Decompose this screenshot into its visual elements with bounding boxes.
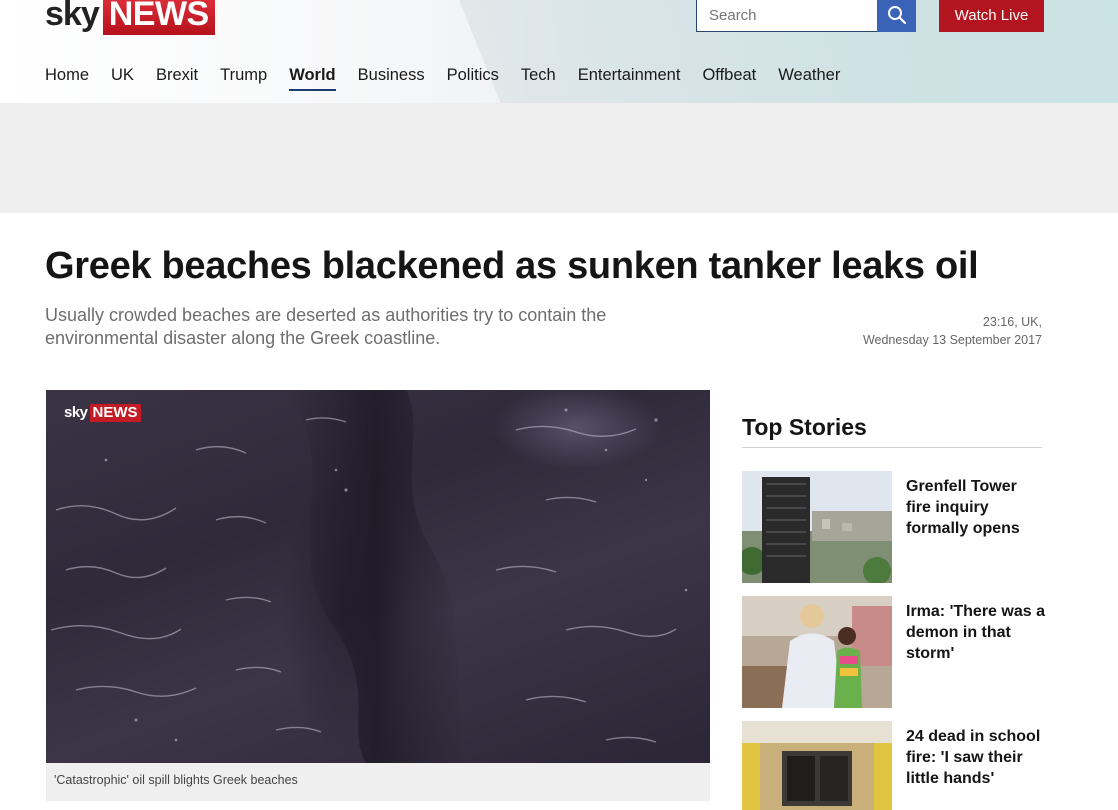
top-story-title[interactable]: Irma: 'There was a demon in that storm' — [906, 601, 1046, 664]
nav-item-tech[interactable]: Tech — [521, 64, 556, 91]
nav-item-offbeat[interactable]: Offbeat — [702, 64, 756, 91]
logo-news-text: NEWS — [102, 0, 215, 35]
top-story-title[interactable]: 24 dead in school fire: 'I saw their lit… — [906, 726, 1046, 789]
article-video[interactable]: sky NEWS — [46, 390, 710, 763]
school-fire-thumbnail[interactable] — [742, 721, 892, 810]
video-logo-news: NEWS — [89, 404, 141, 422]
nav-item-trump[interactable]: Trump — [220, 64, 267, 91]
sky-news-logo[interactable]: sky NEWS — [45, 0, 247, 35]
article-timestamp: 23:16, UK, Wednesday 13 September 2017 — [782, 313, 1042, 349]
nav-item-weather[interactable]: Weather — [778, 64, 840, 91]
top-story-item[interactable]: 24 dead in school fire: 'I saw their lit… — [742, 721, 1042, 810]
advert-placeholder — [0, 103, 1118, 213]
nav-item-entertainment[interactable]: Entertainment — [578, 64, 681, 91]
logo-sky-text: sky — [45, 0, 100, 33]
oil-spill-image — [50, 390, 688, 763]
nav-item-uk[interactable]: UK — [111, 64, 134, 91]
search-icon — [887, 6, 906, 25]
video-sky-news-logo: sky NEWS — [64, 404, 141, 422]
article-standfirst: Usually crowded beaches are deserted as … — [45, 305, 607, 348]
top-stories-heading: Top Stories — [742, 414, 1042, 448]
nav-item-politics[interactable]: Politics — [447, 64, 499, 91]
irma-thumbnail[interactable] — [742, 596, 892, 708]
article-headline: Greek beaches blackened as sunken tanker… — [45, 245, 979, 287]
grenfell-tower-thumbnail[interactable] — [742, 471, 892, 583]
top-story-item[interactable]: Irma: 'There was a demon in that storm' — [742, 596, 1045, 708]
watch-live-button[interactable]: Watch Live — [939, 0, 1044, 32]
top-story-item[interactable]: Grenfell Tower fire inquiry formally ope… — [742, 471, 1042, 583]
nav-item-business[interactable]: Business — [358, 64, 425, 91]
article-date: Wednesday 13 September 2017 — [862, 333, 1042, 347]
search-input[interactable] — [696, 0, 878, 32]
video-caption: 'Catastrophic' oil spill blights Greek b… — [46, 763, 710, 801]
nav-item-home[interactable]: Home — [45, 64, 89, 91]
article-time: 23:16, UK, — [982, 315, 1042, 329]
nav-item-world[interactable]: World — [289, 64, 336, 91]
nav-item-brexit[interactable]: Brexit — [156, 64, 198, 91]
top-story-title[interactable]: Grenfell Tower fire inquiry formally ope… — [906, 476, 1046, 539]
video-logo-sky: sky — [64, 404, 88, 421]
search-button[interactable] — [877, 0, 916, 32]
main-nav: Home UK Brexit Trump World Business Poli… — [45, 64, 862, 91]
